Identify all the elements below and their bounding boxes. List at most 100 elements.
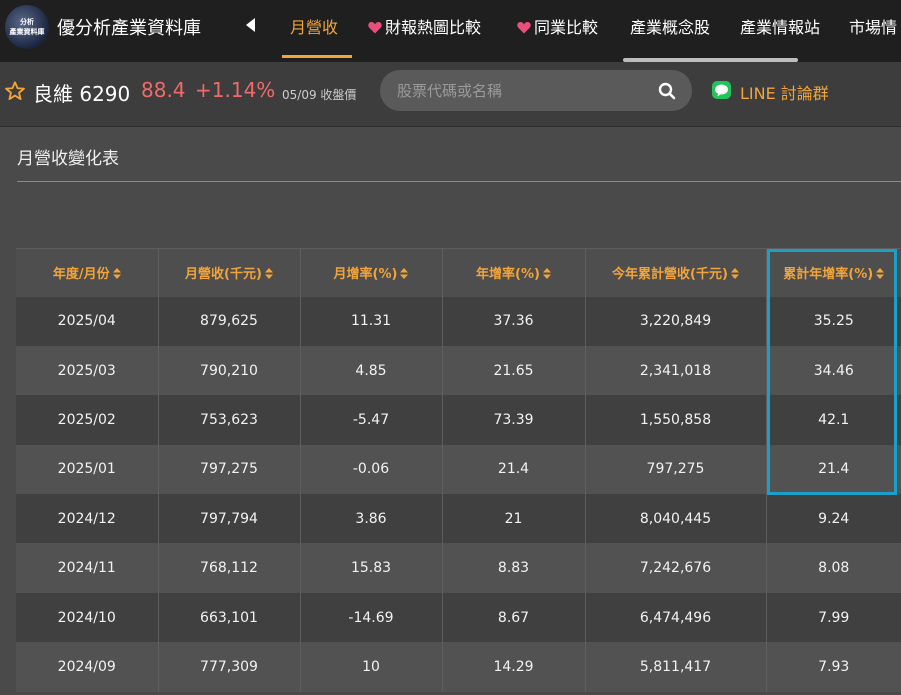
table-row: 2024/09 777,309 10 14.29 5,811,417 7.93 [16,642,901,692]
table-cell: 7.99 [818,609,850,626]
column-header-sortable[interactable]: 年度/月份 [16,248,159,297]
search-icon[interactable] [658,82,676,104]
logo-line-1: 分析 [20,18,34,26]
column-header-label: 累計年增率(%) [783,266,874,282]
table-cell: 8.08 [818,560,850,577]
table-cell: 37.36 [442,296,586,346]
table-cell: 777,309 [158,642,301,692]
table-row: 2025/01 797,275 -0.06 21.4 797,275 21.4 [16,444,901,495]
table-cell: 73.39 [442,395,586,445]
stock-date: 05/09 收盤價 [282,88,357,102]
section-divider [17,181,901,182]
table-cell: 7.93 [818,658,850,675]
table-row: 2025/04 879,625 11.31 37.36 3,220,849 35.25 [16,296,901,346]
logo-line-2: 產業資料庫 [9,28,45,36]
table-row: 2025/03 790,210 4.85 21.65 2,341,018 34.46 [16,345,901,396]
table-cell: 768,112 [158,543,301,593]
table-cell: 663,101 [158,592,301,643]
table-cell: 3.86 [300,494,443,544]
sort-icon[interactable] [542,267,551,283]
tab-monthly-revenue[interactable]: 月營收 [290,14,338,38]
tab-industry-concept[interactable]: 產業概念股 [630,14,710,38]
tab-peer-compare[interactable]: 同業比較 [517,14,598,38]
heart-icon [368,21,382,34]
line-chat-icon[interactable] [712,81,731,99]
sort-icon[interactable] [876,267,885,283]
table-cell: 797,794 [158,494,301,544]
table-cell: 11.31 [300,296,443,346]
table-cell: 9.24 [818,510,850,527]
table-cell: 21 [442,494,586,544]
table-cell: 790,210 [158,345,301,396]
table-cell: 797,275 [158,444,301,495]
table-cell: -14.69 [300,592,443,643]
table-cell: 8.67 [442,592,586,643]
table-cell: 2024/09 [16,642,159,692]
column-header-sortable[interactable]: 月增率(%) [300,248,443,297]
table-cell: 1,550,858 [585,395,767,445]
tab-label: 財報熱圖比較 [385,18,482,37]
column-header-label: 月增率(%) [333,266,398,282]
tab-label: 市場情 [849,18,898,37]
table-cell: 753,623 [158,395,301,445]
table-cell: 2025/04 [16,296,159,346]
sort-icon[interactable] [730,267,739,283]
stock-price: 88.4 [141,78,186,102]
table-row: 2025/02 753,623 -5.47 73.39 1,550,858 42.1 [16,395,901,445]
tab-label: 月營收 [290,18,339,37]
table-cell: 2025/01 [16,444,159,495]
table-cell: 4.85 [300,345,443,396]
column-header-sortable[interactable]: 今年累計營收(千元) [585,248,767,297]
column-header-label: 今年累計營收(千元) [612,266,728,282]
line-group-link[interactable]: LINE 討論群 [740,80,829,104]
monthly-revenue-table: 年度/月份 月營收(千元) 月增率(%) 年增率(%) 今年累計營收(千元) 累計年增率(… [16,248,901,692]
sort-icon[interactable] [264,267,273,283]
column-header-sortable[interactable]: 年增率(%) [442,248,586,297]
table-cell: 5,811,417 [585,642,767,692]
active-tab-indicator [282,55,352,58]
site-logo[interactable]: 分析 產業資料庫 [5,5,49,49]
table-cell: 15.83 [300,543,443,593]
table-cell: -5.47 [300,395,443,445]
stock-name: 良維 6290 [33,82,131,106]
tab-label: 同業比較 [534,18,599,37]
table-cell: 21.4 [442,444,586,495]
table-cell: 2024/12 [16,494,159,544]
tab-financial-heatmap[interactable]: 財報熱圖比較 [368,14,481,38]
table-cell: 34.46 [813,362,854,379]
table-cell: 42.1 [818,411,850,428]
search-input[interactable] [380,70,692,111]
nav-left-arrow-icon[interactable] [246,18,255,32]
table-cell: 879,625 [158,296,301,346]
section-title: 月營收變化表 [17,149,119,169]
site-title[interactable]: 優分析產業資料庫 [57,14,201,40]
table-body: 2025/04 879,625 11.31 37.36 3,220,849 35.25 20… [16,296,901,692]
table-cell: 2025/02 [16,395,159,445]
table-cell: -0.06 [300,444,443,495]
star-icon[interactable] [4,80,26,106]
table-row: 2024/10 663,101 -14.69 8.67 6,474,496 7.99 [16,592,901,643]
sort-icon[interactable] [112,267,121,283]
column-header-label: 月營收(千元) [185,266,262,282]
column-header-label: 年度/月份 [52,266,110,282]
column-header-sortable[interactable]: 累計年增率(%) [766,248,901,297]
stock-change: +1.14% [195,78,276,102]
table-header-row: 年度/月份 月營收(千元) 月增率(%) 年增率(%) 今年累計營收(千元) 累計年增率(… [16,248,901,297]
tab-industry-news[interactable]: 產業情報站 [740,14,820,38]
table-cell: 21.65 [442,345,586,396]
table-cell: 8.83 [442,543,586,593]
sort-icon[interactable] [400,267,409,283]
table-cell: 21.4 [818,461,850,478]
tab-label: 產業概念股 [630,18,711,37]
table-cell: 10 [300,642,443,692]
table-cell: 2024/10 [16,592,159,643]
table-cell: 2024/11 [16,543,159,593]
heart-icon [517,21,531,34]
table-cell: 6,474,496 [585,592,767,643]
table-cell: 3,220,849 [585,296,767,346]
table-cell: 797,275 [585,444,767,495]
column-header-sortable[interactable]: 月營收(千元) [158,248,301,297]
tab-market[interactable]: 市場情 [849,14,897,38]
column-header-label: 年增率(%) [476,266,540,282]
table-cell: 8,040,445 [585,494,767,544]
